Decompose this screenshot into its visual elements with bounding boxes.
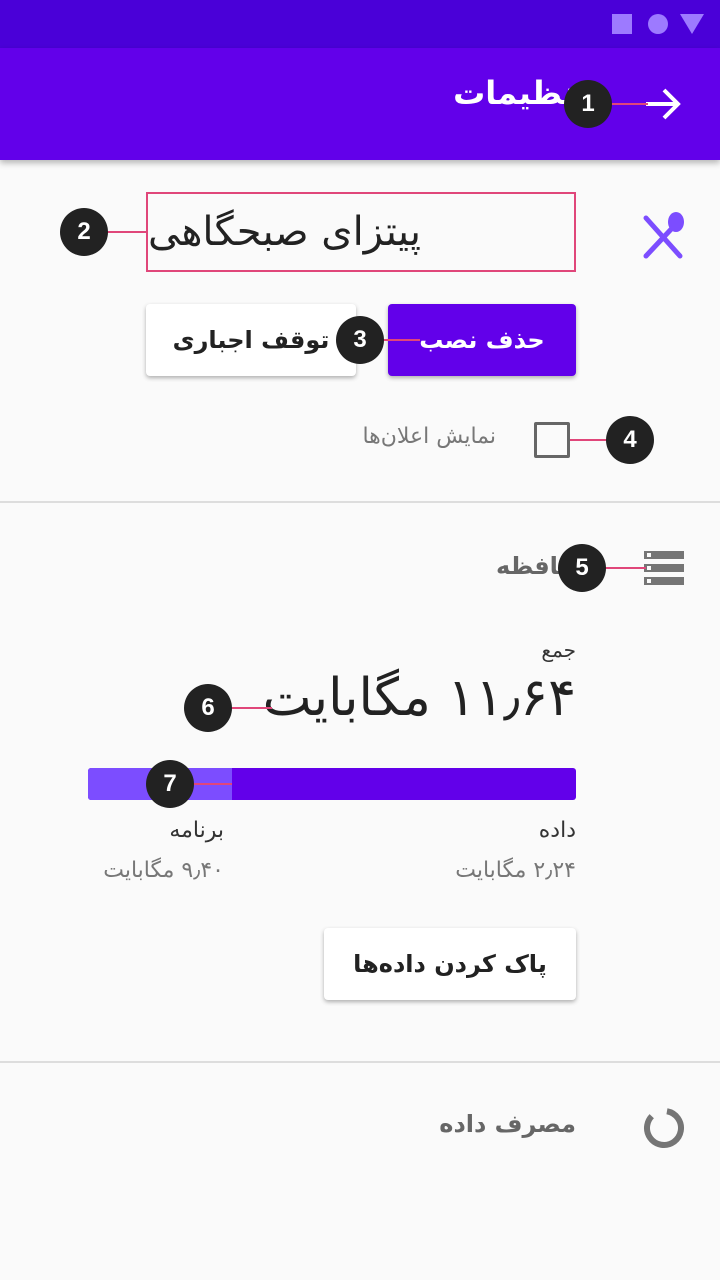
divider: [0, 1061, 720, 1063]
annotation-badge-4: 4: [606, 416, 654, 464]
force-stop-button[interactable]: توقف اجباری: [146, 304, 356, 376]
annotation-line: [104, 231, 146, 233]
donut-icon: [644, 1108, 684, 1148]
recents-icon: [612, 14, 632, 34]
annotation-badge-1: 1: [564, 80, 612, 128]
back-triangle-icon: [680, 14, 704, 34]
home-icon: [648, 14, 668, 34]
total-storage-value: ۱۱٫۶۴ مگابایت: [262, 668, 576, 728]
annotation-line: [228, 707, 272, 709]
storage-icon: [644, 551, 684, 585]
annotation-line: [190, 783, 232, 785]
annotation-badge-3: 3: [336, 316, 384, 364]
data-label: داده: [538, 818, 576, 843]
total-label: جمع: [541, 638, 576, 662]
annotation-line: [600, 567, 646, 569]
clear-data-button[interactable]: پاک کردن داده‌ها: [324, 928, 576, 1000]
show-notifications-label: نمایش اعلان‌ها: [362, 424, 496, 449]
app-label: برنامه: [169, 818, 224, 843]
divider: [0, 501, 720, 503]
annotation-badge-7: 7: [146, 760, 194, 808]
annotation-badge-6: 6: [184, 684, 232, 732]
restaurant-icon: [643, 212, 684, 259]
annotation-line: [380, 339, 420, 341]
data-size: ۲٫۲۴ مگابایت: [455, 858, 576, 883]
app-name-label: پیتزای صبحگاهی: [146, 192, 576, 272]
app-size: ۹٫۴۰ مگابایت: [103, 858, 224, 883]
annotation-badge-5: 5: [558, 544, 606, 592]
annotation-line: [608, 103, 648, 105]
data-usage-title[interactable]: مصرف داده: [439, 1110, 576, 1138]
show-notifications-checkbox[interactable]: [534, 422, 570, 458]
annotation-badge-2: 2: [60, 208, 108, 256]
annotation-line: [570, 439, 610, 441]
status-bar: [0, 0, 720, 48]
